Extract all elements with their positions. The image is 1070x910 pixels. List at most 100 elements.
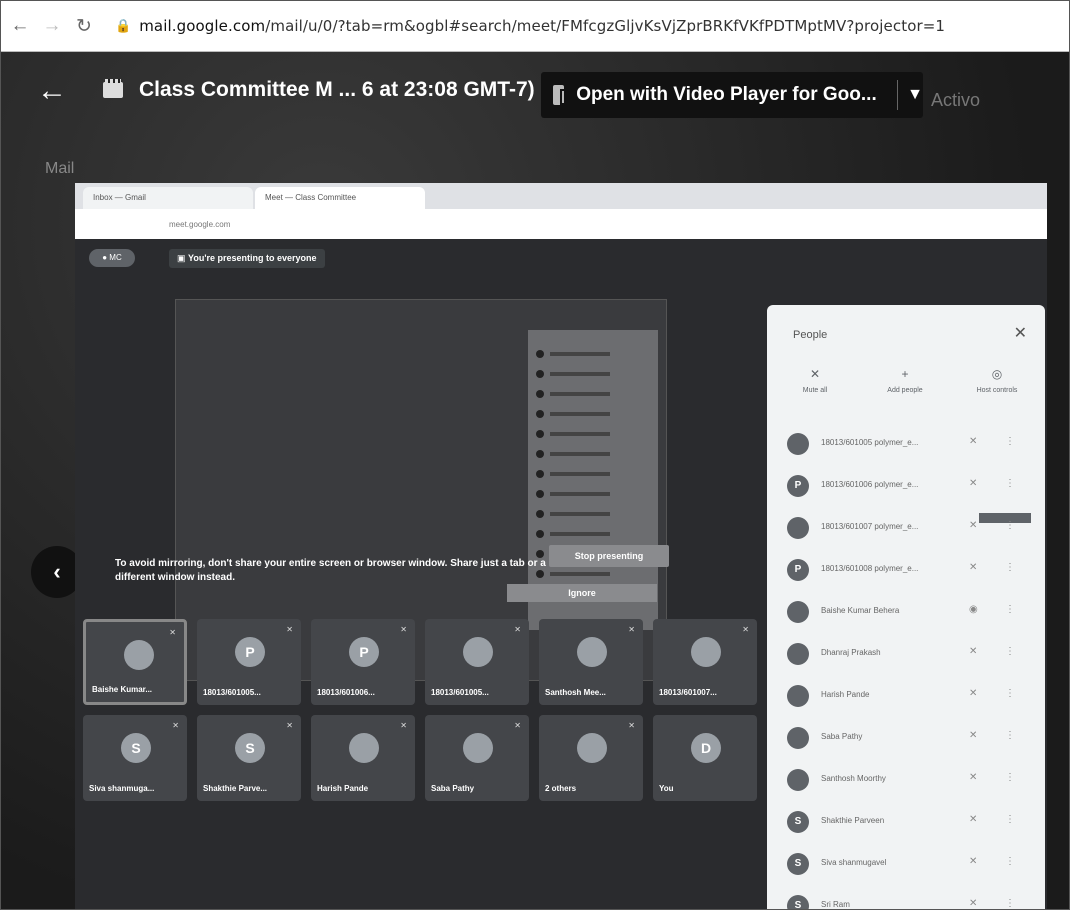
chevron-down-icon[interactable]: ▼ xyxy=(907,86,923,104)
more-vert-icon[interactable]: ⋮ xyxy=(1005,520,1015,531)
inner-tab-active: Meet — Class Committee xyxy=(255,187,425,209)
participant-name: Dhanraj Prakash xyxy=(821,648,881,657)
mic-off-icon[interactable]: ✕ xyxy=(969,730,977,741)
participant-name: Shakthie Parveen xyxy=(821,816,885,825)
host-controls-button[interactable]: ◎ Host controls xyxy=(957,367,1037,394)
tile-name: 2 others xyxy=(545,784,577,793)
avatar xyxy=(577,637,607,667)
participant-row[interactable]: S Sri Ram ✕ ⋮ xyxy=(767,887,1045,909)
mic-off-icon[interactable]: ✕ xyxy=(969,478,977,489)
more-vert-icon[interactable]: ⋮ xyxy=(1005,646,1015,657)
mic-off-icon: ✕ xyxy=(169,628,176,637)
mic-on-icon[interactable]: ◉ xyxy=(969,604,978,615)
avatar xyxy=(787,601,809,623)
participant-tile[interactable]: ✕ Saba Pathy xyxy=(425,715,529,801)
mic-off-icon[interactable]: ✕ xyxy=(969,688,977,699)
participant-tile[interactable]: ✕ 18013/601007... xyxy=(653,619,757,705)
reload-icon[interactable]: ↻ xyxy=(71,13,97,39)
avatar xyxy=(787,727,809,749)
forward-arrow-icon[interactable]: → xyxy=(39,13,65,39)
participant-tile[interactable]: ✕ 18013/601005... xyxy=(425,619,529,705)
participant-row[interactable]: Dhanraj Prakash ✕ ⋮ xyxy=(767,635,1045,677)
mic-off-icon[interactable]: ✕ xyxy=(969,562,977,573)
participant-row[interactable]: Saba Pathy ✕ ⋮ xyxy=(767,719,1045,761)
avatar: S xyxy=(787,895,809,909)
avatar xyxy=(787,685,809,707)
mic-off-icon[interactable]: ✕ xyxy=(969,856,977,867)
participant-tile[interactable]: ✕ 2 others xyxy=(539,715,643,801)
participant-row[interactable]: Harish Pande ✕ ⋮ xyxy=(767,677,1045,719)
stop-presenting-button[interactable]: Stop presenting xyxy=(549,545,669,567)
participant-tile[interactable]: ✕ Harish Pande xyxy=(311,715,415,801)
mic-off-icon: ✕ xyxy=(628,625,635,634)
more-vert-icon[interactable]: ⋮ xyxy=(1005,436,1015,447)
participant-tile[interactable]: P ✕ 18013/601005... xyxy=(197,619,301,705)
participant-tile[interactable]: ✕ Santhosh Mee... xyxy=(539,619,643,705)
open-with-label: Open with Video Player for Goo... xyxy=(576,84,877,105)
avatar xyxy=(124,640,154,670)
avatar: S xyxy=(235,733,265,763)
mute-all-label: Mute all xyxy=(802,387,828,394)
lock-icon: 🔒 xyxy=(115,18,132,33)
participant-tile[interactable]: S ✕ Siva shanmuga... xyxy=(83,715,187,801)
mic-off-icon[interactable]: ✕ xyxy=(969,814,977,825)
participant-row[interactable]: P 18013/601008 polymer_e... ✕ ⋮ xyxy=(767,551,1045,593)
participant-name: 18013/601006 polymer_e... xyxy=(821,480,919,489)
avatar: P xyxy=(787,559,809,581)
participant-row[interactable]: P 18013/601006 polymer_e... ✕ ⋮ xyxy=(767,467,1045,509)
avatar xyxy=(349,733,379,763)
mail-label: Mail xyxy=(45,160,75,177)
browser-toolbar: ← → ↻ 🔒 mail.google.com/mail/u/0/?tab=rm… xyxy=(1,1,1069,52)
mic-off-icon[interactable]: ✕ xyxy=(969,646,977,657)
address-bar[interactable]: mail.google.com/mail/u/0/?tab=rm&ogbl#se… xyxy=(139,17,945,35)
add-people-label: Add people xyxy=(887,387,923,394)
more-vert-icon[interactable]: ⋮ xyxy=(1005,772,1015,783)
participant-row[interactable]: 18013/601005 polymer_e... ✕ ⋮ xyxy=(767,425,1045,467)
viewer-back-icon[interactable]: ← xyxy=(37,74,67,108)
more-vert-icon[interactable]: ⋮ xyxy=(1005,688,1015,699)
mic-off-icon[interactable]: ✕ xyxy=(969,436,977,447)
more-vert-icon[interactable]: ⋮ xyxy=(1005,856,1015,867)
people-panel-title: People xyxy=(793,329,828,341)
url-host: mail.google.com xyxy=(139,17,266,35)
close-icon[interactable]: ✕ xyxy=(1014,323,1027,343)
mic-off-icon[interactable]: ✕ xyxy=(969,772,977,783)
participant-name: Sri Ram xyxy=(821,900,850,909)
participant-row[interactable]: S Siva shanmugavel ✕ ⋮ xyxy=(767,845,1045,887)
meet-stage: ● MC ▣ You're presenting to everyone To … xyxy=(75,239,1047,909)
more-vert-icon[interactable]: ⋮ xyxy=(1005,730,1015,741)
participant-tile[interactable]: ✕ Baishe Kumar... xyxy=(83,619,187,705)
mic-off-icon: ✕ xyxy=(742,625,749,634)
avatar: S xyxy=(787,853,809,875)
back-arrow-icon[interactable]: ← xyxy=(7,13,33,39)
more-vert-icon[interactable]: ⋮ xyxy=(1005,604,1015,615)
mic-off-icon: ✕ xyxy=(400,625,407,634)
participant-row[interactable]: 18013/601007 polymer_e... ✕ ⋮ xyxy=(767,509,1045,551)
more-vert-icon[interactable]: ⋮ xyxy=(1005,814,1015,825)
host-controls-label: Host controls xyxy=(976,387,1018,394)
ignore-button[interactable]: Ignore xyxy=(507,584,657,602)
mute-all-button[interactable]: ✕ Mute all xyxy=(775,367,855,394)
more-vert-icon[interactable]: ⋮ xyxy=(1005,562,1015,573)
participant-row[interactable]: Baishe Kumar Behera ◉ ⋮ xyxy=(767,593,1045,635)
open-with-button[interactable]: Open with Video Player for Goo... ▼ xyxy=(541,72,923,118)
participant-name: 18013/601008 polymer_e... xyxy=(821,564,919,573)
add-people-button[interactable]: + Add people xyxy=(865,367,945,394)
video-file-icon xyxy=(103,79,123,98)
tile-name: You xyxy=(659,784,674,793)
mic-off-icon: ✕ xyxy=(400,721,407,730)
participant-row[interactable]: Santhosh Moorthy ✕ ⋮ xyxy=(767,761,1045,803)
mic-off-icon[interactable]: ✕ xyxy=(969,898,977,909)
more-vert-icon[interactable]: ⋮ xyxy=(1005,898,1015,909)
tile-name: Saba Pathy xyxy=(431,784,475,793)
tile-name: 18013/601005... xyxy=(203,688,261,697)
mic-off-icon: ✕ xyxy=(172,721,179,730)
mic-off-icon[interactable]: ✕ xyxy=(969,520,977,531)
avatar: P xyxy=(787,475,809,497)
participant-row[interactable]: S Shakthie Parveen ✕ ⋮ xyxy=(767,803,1045,845)
avatar xyxy=(787,769,809,791)
participant-tile[interactable]: D You xyxy=(653,715,757,801)
more-vert-icon[interactable]: ⋮ xyxy=(1005,478,1015,489)
participant-tile[interactable]: P ✕ 18013/601006... xyxy=(311,619,415,705)
participant-tile[interactable]: S ✕ Shakthie Parve... xyxy=(197,715,301,801)
